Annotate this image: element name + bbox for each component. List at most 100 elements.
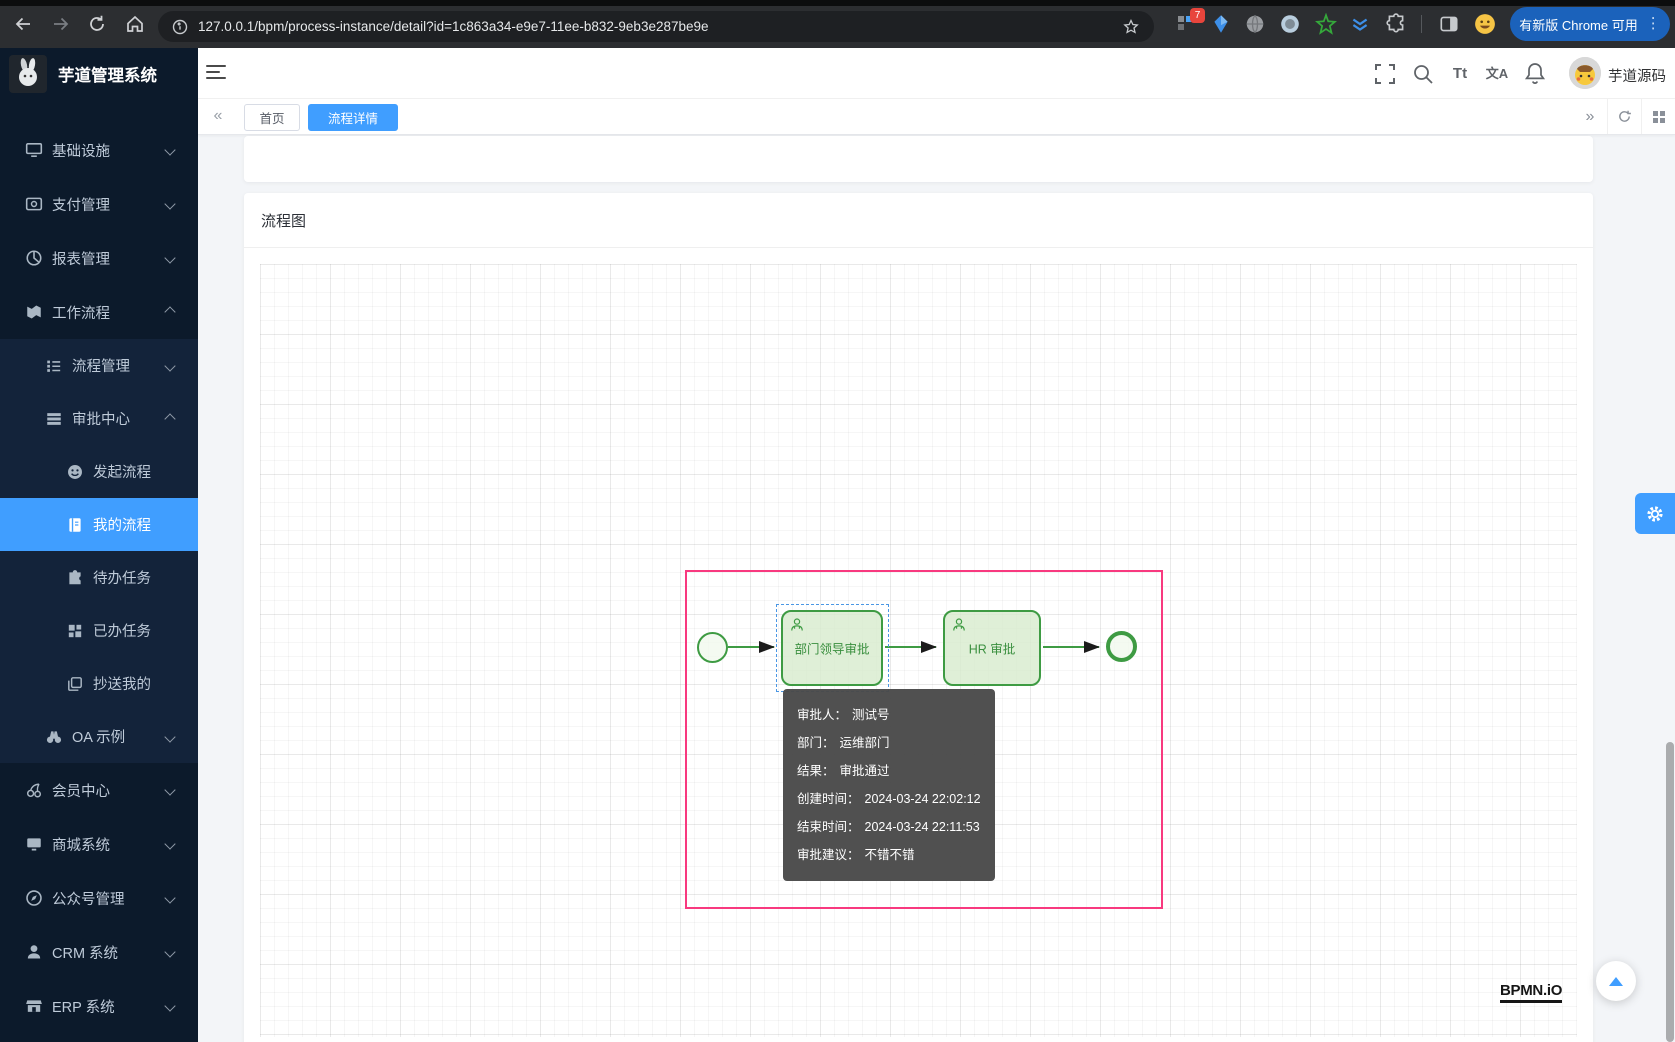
card-header: 流程图 [244, 193, 1593, 248]
tab-home[interactable]: 首页 [244, 104, 300, 131]
fullscreen-icon[interactable] [1372, 61, 1398, 87]
sidebar-item-member-center[interactable]: 会员中心 [0, 763, 198, 817]
browser-menu-icon[interactable]: ⋮ [1646, 19, 1661, 29]
workflow-icon [25, 303, 43, 321]
browser-back-icon[interactable] [12, 13, 34, 35]
chevron-up-icon [164, 306, 175, 317]
url-text[interactable]: 127.0.0.1/bpm/process-instance/detail?id… [198, 19, 1122, 34]
settings-drawer-button[interactable] [1635, 493, 1675, 534]
card-title: 流程图 [261, 210, 306, 231]
sidebar-menu: 基础设施 支付管理 报表管理 工作流程 流程管理 [0, 99, 198, 1033]
notebook-icon [66, 516, 84, 534]
gear-icon [1645, 504, 1665, 524]
binoculars-icon [45, 728, 63, 746]
sidebar-item-approval-center[interactable]: 审批中心 [0, 392, 198, 445]
store-icon [25, 997, 43, 1015]
sidebar-item-mall-system[interactable]: 商城系统 [0, 817, 198, 871]
sidebar-item-oa-example[interactable]: OA 示例 [0, 710, 198, 763]
browser-toolbar: 127.0.0.1/bpm/process-instance/detail?id… [0, 0, 1675, 48]
bookmark-star-icon[interactable] [1122, 18, 1140, 36]
browser-tab-strip [0, 0, 1675, 6]
sidebar: 芋道管理系统 基础设施 支付管理 报表管理 工作流程 [0, 48, 198, 1042]
avatar-pikachu-icon [1569, 57, 1601, 89]
sequence-flows [260, 264, 1577, 1037]
arrow-up-icon [1609, 977, 1623, 986]
sidebar-item-process-management[interactable]: 流程管理 [0, 339, 198, 392]
sidebar-item-reports[interactable]: 报表管理 [0, 231, 198, 285]
sidebar-item-workflow[interactable]: 工作流程 [0, 285, 198, 339]
extension-star-icon[interactable] [1315, 13, 1337, 35]
tags-view-bar: « 首页 流程详情 » [198, 99, 1675, 135]
chevron-down-icon [164, 252, 175, 263]
extension-kite-icon[interactable] [1210, 13, 1232, 35]
browser-home-icon[interactable] [124, 13, 146, 35]
tabs-scroll-right-icon[interactable]: » [1573, 99, 1607, 134]
page-scrollbar-thumb[interactable] [1666, 742, 1674, 1042]
user-avatar[interactable] [1569, 57, 1601, 89]
extension-badge: 7 [1190, 8, 1205, 23]
font-size-icon[interactable]: Tt [1447, 61, 1473, 87]
bpmn-start-event[interactable] [697, 632, 728, 663]
extension-globe-icon[interactable] [1244, 13, 1266, 35]
sidebar-item-erp-system[interactable]: ERP 系统 [0, 979, 198, 1033]
sidebar-item-start-process[interactable]: 发起流程 [0, 445, 198, 498]
sidebar-item-cc-to-me[interactable]: 抄送我的 [0, 657, 198, 710]
bpmn-canvas[interactable]: 部门领导审批 HR 审批 审批人：测试号 部门：运维部门 结果：审批通过 创建时… [260, 264, 1577, 1037]
tooltip-row: 审批人：测试号 [797, 701, 981, 729]
chevron-down-icon [164, 731, 175, 742]
bpmn-task-hr[interactable]: HR 审批 [943, 610, 1041, 686]
logo-rabbit-icon [9, 55, 47, 93]
chevron-down-icon [164, 360, 175, 371]
screen: 127.0.0.1/bpm/process-instance/detail?id… [0, 0, 1675, 1042]
sidebar-item-my-processes[interactable]: 我的流程 [0, 498, 198, 551]
extensions-puzzle-icon[interactable] [1385, 13, 1407, 35]
rows-icon [45, 410, 63, 428]
tabs-scroll-left-icon[interactable]: « [208, 107, 228, 125]
browser-reload-icon[interactable] [86, 13, 108, 35]
extension-tag-manager-icon[interactable]: 7 [1176, 13, 1198, 35]
tooltip-row: 审批建议：不错不错 [797, 841, 981, 869]
sidebar-item-crm-system[interactable]: CRM 系统 [0, 925, 198, 979]
chevron-down-icon [164, 892, 175, 903]
profile-avatar-icon[interactable] [1474, 13, 1496, 35]
chevron-up-icon [164, 413, 175, 424]
mall-monitor-icon [25, 835, 43, 853]
address-bar[interactable]: 127.0.0.1/bpm/process-instance/detail?id… [158, 11, 1154, 42]
extension-chevrons-icon[interactable] [1349, 13, 1371, 35]
tooltip-row: 部门：运维部门 [797, 729, 981, 757]
process-diagram-card: 流程图 部门领导审批 HR 审 [244, 193, 1593, 1042]
chevron-down-icon [164, 198, 175, 209]
sidebar-item-payments[interactable]: 支付管理 [0, 177, 198, 231]
site-info-icon[interactable] [172, 19, 188, 35]
sidebar-item-todo-tasks[interactable]: 待办任务 [0, 551, 198, 604]
bpmn-end-event[interactable] [1106, 631, 1137, 662]
sidebar-item-official-account[interactable]: 公众号管理 [0, 871, 198, 925]
pie-chart-icon [25, 249, 43, 267]
app-logo[interactable]: 芋道管理系统 [0, 48, 198, 99]
cherry-icon [25, 781, 43, 799]
sidebar-item-infrastructure[interactable]: 基础设施 [0, 123, 198, 177]
sidebar-collapse-icon[interactable] [206, 65, 226, 81]
tabs-refresh-icon[interactable] [1607, 99, 1641, 134]
username[interactable]: 芋道源码 [1608, 65, 1666, 86]
back-to-top-button[interactable] [1596, 961, 1636, 1001]
smile-icon [66, 463, 84, 481]
user-task-icon [951, 617, 967, 633]
bell-icon[interactable] [1522, 61, 1548, 87]
browser-forward-icon[interactable] [50, 13, 72, 35]
chrome-update-button[interactable]: 有新版 Chrome 可用 ⋮ [1510, 7, 1670, 41]
extension-orb-icon[interactable] [1279, 13, 1301, 35]
sidebar-item-done-tasks[interactable]: 已办任务 [0, 604, 198, 657]
chevron-down-icon [164, 838, 175, 849]
tab-process-detail[interactable]: 流程详情 [308, 104, 398, 131]
tooltip-row: 结果：审批通过 [797, 757, 981, 785]
side-panel-icon[interactable] [1438, 13, 1460, 35]
payment-icon [25, 195, 43, 213]
tabs-layout-icon[interactable] [1641, 99, 1675, 134]
monitor-icon [25, 141, 43, 159]
search-icon[interactable] [1410, 61, 1436, 87]
translate-icon[interactable]: 文A [1484, 61, 1510, 87]
chevron-down-icon [164, 1000, 175, 1011]
workflow-submenu: 流程管理 审批中心 发起流程 我的流程 待办任务 [0, 339, 198, 763]
tooltip-row: 创建时间：2024-03-24 22:02:12 [797, 785, 981, 813]
